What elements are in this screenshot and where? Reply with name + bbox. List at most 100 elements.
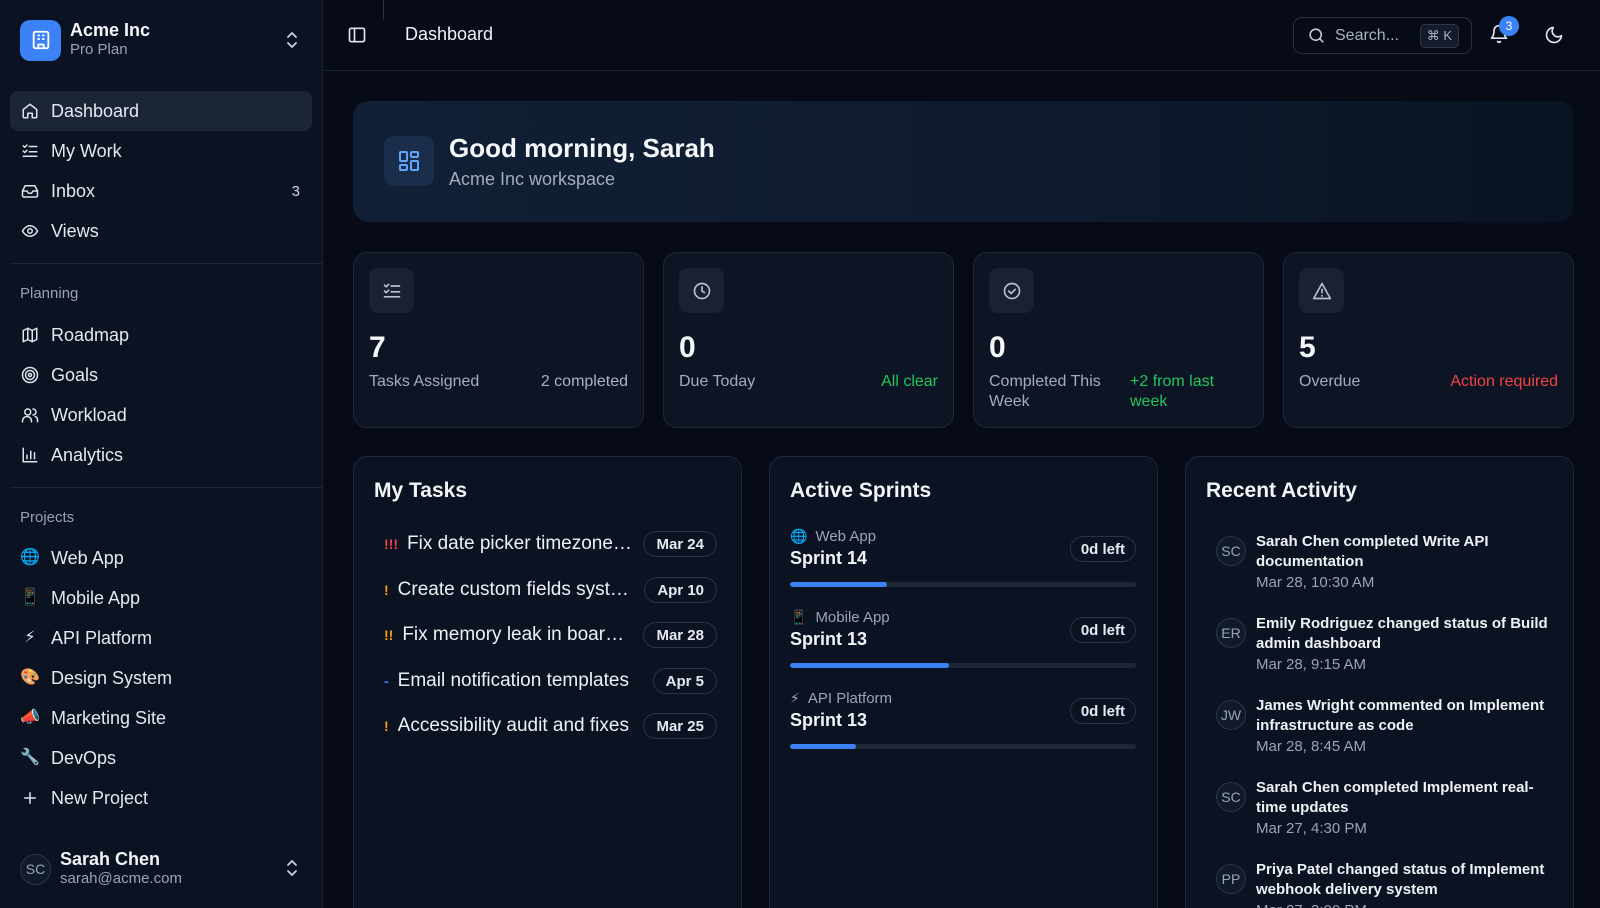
- stat-card-overdue[interactable]: 5 Overdue Action required: [1283, 252, 1574, 428]
- panel-title: Recent Activity: [1206, 479, 1357, 502]
- user-menu[interactable]: SC Sarah Chen sarah@acme.com: [20, 847, 310, 891]
- task-due-date: Mar 24: [643, 531, 717, 557]
- globe-icon: 🌐: [790, 528, 808, 544]
- megaphone-icon: 📣: [20, 709, 40, 726]
- nav-item-marketing-site[interactable]: 📣 Marketing Site: [10, 698, 312, 738]
- stat-label: Overdue: [1299, 373, 1361, 390]
- header-separator: [383, 0, 384, 20]
- new-project-button[interactable]: New Project: [10, 778, 312, 818]
- activity-time: Mar 28, 8:45 AM: [1256, 738, 1367, 755]
- inbox-count: 3: [291, 182, 300, 200]
- sprint-item[interactable]: ⚡ API Platform Sprint 13 0d left: [790, 688, 1136, 758]
- priority-indicator: -: [384, 673, 389, 689]
- chevrons-up-down-icon[interactable]: [284, 30, 300, 50]
- greeting-subtitle: Acme Inc workspace: [449, 169, 616, 189]
- nav-item-mobile-app[interactable]: 📱 Mobile App: [10, 578, 312, 618]
- list-checks-icon: [20, 141, 40, 161]
- target-icon: [20, 365, 40, 385]
- moon-icon[interactable]: [1544, 25, 1564, 45]
- page-title: Dashboard: [405, 24, 494, 44]
- nav-item-analytics[interactable]: Analytics: [10, 435, 312, 475]
- avatar: SC: [1216, 536, 1246, 566]
- search-placeholder: Search...: [1335, 26, 1400, 44]
- avatar: SC: [20, 853, 51, 885]
- task-item[interactable]: ! Create custom fields system Apr 10: [384, 576, 717, 604]
- sidebar-divider: [10, 487, 323, 488]
- sprint-progress-bar: [790, 744, 1136, 749]
- nav-item-goals[interactable]: Goals: [10, 355, 312, 395]
- stat-label: Completed This Week: [989, 373, 1101, 410]
- recent-activity-panel: Recent Activity SC Sarah Chen completed …: [1185, 456, 1574, 908]
- nav-label: Web App: [51, 547, 124, 568]
- task-item[interactable]: !! Fix memory leak in board view Mar 28: [384, 621, 717, 649]
- nav-label: Views: [51, 220, 99, 241]
- nav-item-api-platform[interactable]: ⚡ API Platform: [10, 618, 312, 658]
- sprint-time-left: 0d left: [1069, 536, 1136, 562]
- nav-item-dashboard[interactable]: Dashboard: [10, 91, 312, 131]
- search-shortcut: ⌘ K: [1419, 24, 1459, 48]
- stat-value: 5: [1299, 331, 1316, 364]
- panel-title: My Tasks: [374, 479, 467, 502]
- priority-indicator: !: [384, 582, 389, 598]
- nav-item-workload[interactable]: Workload: [10, 395, 312, 435]
- chevrons-up-down-icon[interactable]: [284, 858, 300, 878]
- nav-item-roadmap[interactable]: Roadmap: [10, 315, 312, 355]
- lightning-icon: ⚡: [790, 690, 800, 706]
- task-due-date: Apr 5: [652, 668, 717, 694]
- inbox-icon: [20, 181, 40, 201]
- activity-item[interactable]: SC Sarah Chen completed Write API docume…: [1216, 532, 1556, 594]
- projects-label: Projects: [20, 509, 75, 526]
- search-input[interactable]: Search... ⌘ K: [1293, 17, 1472, 54]
- org-plan: Pro Plan: [70, 41, 128, 58]
- palette-icon: 🎨: [20, 669, 40, 686]
- nav-label: New Project: [51, 787, 149, 808]
- task-item[interactable]: - Email notification templates Apr 5: [384, 667, 717, 695]
- stat-note: +2 from last week: [1130, 373, 1215, 410]
- org-switcher[interactable]: Acme Inc Pro Plan: [20, 19, 310, 61]
- plus-icon: [20, 788, 40, 808]
- stat-card-tasks-assigned[interactable]: 7 Tasks Assigned 2 completed: [353, 252, 644, 428]
- sprint-name: Sprint 14: [790, 548, 868, 568]
- stat-card-due-today[interactable]: 0 Due Today All clear: [663, 252, 954, 428]
- sprint-item[interactable]: 📱 Mobile App Sprint 13 0d left: [790, 607, 1136, 677]
- nav-label: My Work: [51, 140, 122, 161]
- avatar: PP: [1216, 864, 1246, 894]
- greeting-banner: Good morning, Sarah Acme Inc workspace: [353, 101, 1574, 222]
- nav-label: API Platform: [51, 627, 153, 648]
- activity-text: James Wright commented on Implement infr…: [1256, 697, 1545, 734]
- task-item[interactable]: ! Accessibility audit and fixes Mar 25: [384, 712, 717, 740]
- task-item[interactable]: !!! Fix date picker timezone issue Mar 2…: [384, 530, 717, 558]
- stat-card-completed-week[interactable]: 0 Completed This Week +2 from last week: [973, 252, 1264, 428]
- sidebar-toggle-icon[interactable]: [347, 25, 367, 45]
- task-name: Create custom fields system: [397, 579, 635, 600]
- nav-label: Workload: [51, 404, 127, 425]
- avatar: SC: [1216, 782, 1246, 812]
- greeting-title: Good morning, Sarah: [449, 133, 715, 163]
- stat-value: 0: [679, 331, 696, 364]
- nav-label: Goals: [51, 364, 99, 385]
- nav-item-views[interactable]: Views: [10, 211, 312, 251]
- nav-item-design-system[interactable]: 🎨 Design System: [10, 658, 312, 698]
- nav-label: Mobile App: [51, 587, 141, 608]
- activity-time: Mar 28, 10:30 AM: [1256, 574, 1375, 591]
- nav-item-my-work[interactable]: My Work: [10, 131, 312, 171]
- activity-item[interactable]: JW James Wright commented on Implement i…: [1216, 696, 1556, 758]
- activity-text: Sarah Chen completed Write API documenta…: [1256, 533, 1489, 570]
- activity-time: Mar 28, 9:15 AM: [1256, 656, 1367, 673]
- sidebar: Acme Inc Pro Plan Dashboard My Work Inbo…: [0, 0, 323, 908]
- activity-item[interactable]: SC Sarah Chen completed Implement real-t…: [1216, 778, 1556, 840]
- planning-nav: Roadmap Goals Workload Analytics: [10, 315, 312, 475]
- nav-item-web-app[interactable]: 🌐 Web App: [10, 538, 312, 578]
- nav-item-inbox[interactable]: Inbox 3: [10, 171, 312, 211]
- activity-item[interactable]: PP Priya Patel changed status of Impleme…: [1216, 860, 1556, 908]
- nav-item-devops[interactable]: 🔧 DevOps: [10, 738, 312, 778]
- sprint-item[interactable]: 🌐 Web App Sprint 14 0d left: [790, 526, 1136, 596]
- task-due-date: Mar 25: [643, 713, 717, 739]
- nav-label: Inbox: [51, 180, 96, 201]
- clock-icon: [679, 268, 724, 313]
- sprint-time-left: 0d left: [1069, 617, 1136, 643]
- active-sprints-panel: Active Sprints 🌐 Web App Sprint 14 0d lef…: [769, 456, 1158, 908]
- planning-label: Planning: [20, 285, 79, 302]
- activity-text: Sarah Chen completed Implement real-time…: [1256, 779, 1534, 816]
- activity-item[interactable]: ER Emily Rodriguez changed status of Bui…: [1216, 614, 1556, 676]
